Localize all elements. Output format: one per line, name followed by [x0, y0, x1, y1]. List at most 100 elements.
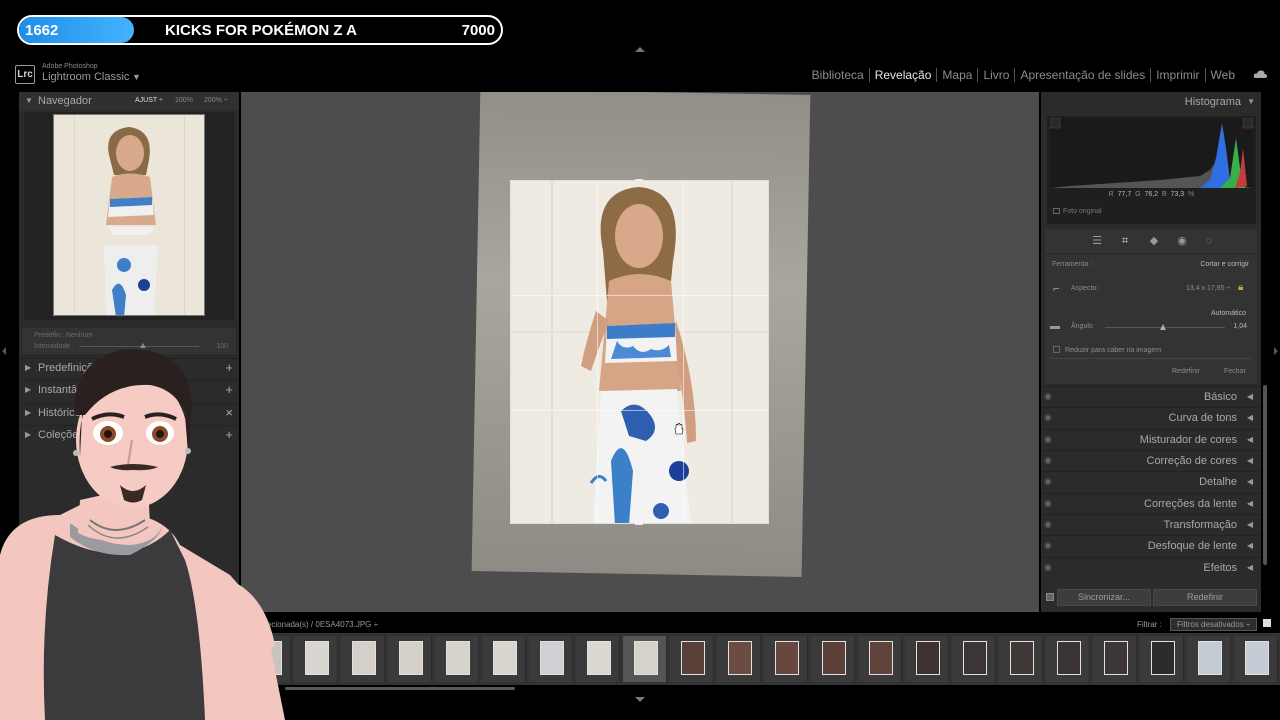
- angle-value[interactable]: 1,04: [1233, 323, 1247, 330]
- filmstrip-thumbnail[interactable]: [764, 636, 808, 682]
- eraser-icon[interactable]: ◆: [1147, 234, 1161, 248]
- filmstrip-thumbnail[interactable]: [623, 636, 667, 682]
- section-effects[interactable]: ◉ Efeitos ◀: [1041, 557, 1261, 578]
- reset-button[interactable]: Redefinir: [1153, 589, 1257, 606]
- thumbnail-image: [540, 641, 564, 675]
- eye-icon[interactable]: ◉: [1044, 562, 1054, 572]
- crop-tool-panel: Ferramenta : Cortar e corrigir ⌐ Aspecto…: [1045, 255, 1257, 384]
- section-basic[interactable]: ◉ Básico ◀: [1041, 386, 1261, 407]
- zoom-200[interactable]: 200% ÷: [204, 97, 228, 104]
- filmstrip-thumbnail[interactable]: [1140, 636, 1184, 682]
- constrain-checkbox[interactable]: [1053, 346, 1060, 353]
- crop-reset-button[interactable]: Redefinir: [1172, 368, 1200, 375]
- filmstrip-thumbnail[interactable]: [999, 636, 1043, 682]
- filmstrip-thumbnail[interactable]: [717, 636, 761, 682]
- eye-icon[interactable]: ◉: [1044, 476, 1054, 486]
- photo-canvas[interactable]: [241, 92, 1039, 612]
- section-detail[interactable]: ◉ Detalhe ◀: [1041, 471, 1261, 492]
- module-revelacao[interactable]: Revelação: [870, 68, 938, 82]
- histogram-header[interactable]: Histograma ▼: [1041, 92, 1261, 112]
- r-label: R: [1108, 191, 1114, 198]
- sync-button[interactable]: Sincronizar...: [1057, 589, 1151, 606]
- section-color-mixer[interactable]: ◉ Misturador de cores ◀: [1041, 429, 1261, 450]
- section-tone-curve[interactable]: ◉ Curva de tons ◀: [1041, 407, 1261, 428]
- filmstrip-thumbnail[interactable]: [858, 636, 902, 682]
- filmstrip-thumbnail[interactable]: [482, 636, 526, 682]
- b-label: B: [1162, 191, 1167, 198]
- module-livro[interactable]: Livro: [978, 68, 1016, 82]
- stream-count: 1662: [25, 22, 59, 39]
- red-eye-icon[interactable]: ◉: [1175, 234, 1189, 248]
- brand-dropdown-icon[interactable]: ▼: [132, 72, 141, 82]
- module-biblioteca[interactable]: Biblioteca: [807, 68, 870, 82]
- filmstrip-thumbnail[interactable]: [670, 636, 714, 682]
- eye-icon[interactable]: ◉: [1044, 412, 1054, 422]
- histogram[interactable]: R 77,7 G 76,2 B 73,3 % Foto original: [1047, 116, 1256, 224]
- thumbnail-image: [634, 641, 658, 675]
- top-panel-toggle-icon[interactable]: [635, 47, 645, 52]
- filmstrip-thumbnail[interactable]: [905, 636, 949, 682]
- filmstrip-thumbnail[interactable]: [1046, 636, 1090, 682]
- crop-rectangle[interactable]: [510, 180, 769, 524]
- auto-sync-toggle[interactable]: [1046, 593, 1054, 601]
- expand-icon: ◀: [1246, 520, 1253, 529]
- navigator-header[interactable]: ▼ Navegador AJUST ÷ 100% 200% ÷: [19, 92, 239, 110]
- eye-icon[interactable]: ◉: [1044, 498, 1054, 508]
- crop-handle-top[interactable]: [635, 179, 643, 181]
- filmstrip-thumbnail[interactable]: [1234, 636, 1278, 682]
- filmstrip-thumbnail[interactable]: [529, 636, 573, 682]
- thumbnail-image: [775, 641, 799, 675]
- right-panel: Histograma ▼ R 77,7 G 76,2 B 73,3 % Foto…: [1041, 92, 1261, 612]
- thumbnail-image: [1010, 641, 1034, 675]
- crop-tool-icon[interactable]: ⌗: [1118, 234, 1132, 248]
- bottom-panel-toggle-icon[interactable]: [635, 697, 645, 702]
- module-imprimir[interactable]: Imprimir: [1151, 68, 1206, 82]
- eye-icon[interactable]: ◉: [1044, 540, 1054, 550]
- navigator-preview[interactable]: [24, 112, 234, 320]
- cloud-sync-icon[interactable]: [1253, 69, 1268, 79]
- zoom-100[interactable]: 100%: [175, 97, 193, 104]
- crop-grid-line: [683, 181, 684, 523]
- right-panel-scrollbar[interactable]: [1263, 385, 1267, 565]
- sliders-icon[interactable]: ☰: [1090, 234, 1104, 248]
- crop-close-button[interactable]: Fechar: [1224, 368, 1246, 375]
- section-color-grading[interactable]: ◉ Correção de cores ◀: [1041, 450, 1261, 471]
- crop-handle-bottom[interactable]: [635, 523, 643, 525]
- eye-icon[interactable]: ◉: [1044, 519, 1054, 529]
- module-apresentacao[interactable]: Apresentação de slides: [1015, 68, 1152, 82]
- original-photo-label: Foto original: [1063, 208, 1102, 215]
- crop-frame-icon[interactable]: ⌐: [1053, 283, 1059, 295]
- expand-icon: ◀: [1246, 456, 1253, 465]
- filter-lock-icon[interactable]: [1263, 619, 1271, 627]
- navigator-thumbnail: [53, 114, 205, 316]
- zoom-fit[interactable]: AJUST ÷: [135, 97, 163, 104]
- filmstrip-thumbnail[interactable]: [576, 636, 620, 682]
- eye-icon[interactable]: ◉: [1044, 455, 1054, 465]
- filmstrip-thumbnail[interactable]: [1187, 636, 1231, 682]
- filmstrip-thumbnail[interactable]: [435, 636, 479, 682]
- eye-icon[interactable]: ◉: [1044, 434, 1054, 444]
- filmstrip-scrollbar[interactable]: [285, 687, 515, 690]
- module-web[interactable]: Web: [1206, 68, 1240, 82]
- angle-slider-knob[interactable]: [1160, 324, 1166, 330]
- eye-icon[interactable]: ◉: [1044, 391, 1054, 401]
- section-transform[interactable]: ◉ Transformação ◀: [1041, 514, 1261, 535]
- filmstrip-thumbnail[interactable]: [294, 636, 338, 682]
- filmstrip-thumbnail[interactable]: [952, 636, 996, 682]
- right-panel-toggle-icon[interactable]: [1274, 347, 1278, 355]
- filmstrip-thumbnail[interactable]: [388, 636, 432, 682]
- section-lens-blur[interactable]: ◉ Desfoque de lente ◀: [1041, 535, 1261, 556]
- lock-icon[interactable]: 🔒︎: [1238, 282, 1243, 293]
- level-icon[interactable]: ▬: [1050, 321, 1060, 332]
- section-lens-corrections[interactable]: ◉ Correções da lente ◀: [1041, 493, 1261, 514]
- masking-icon[interactable]: ◌: [1202, 234, 1216, 248]
- module-mapa[interactable]: Mapa: [937, 68, 979, 82]
- filmstrip-thumbnail[interactable]: [811, 636, 855, 682]
- filmstrip-thumbnail[interactable]: [1093, 636, 1137, 682]
- filmstrip-thumbnail[interactable]: [341, 636, 385, 682]
- tool-name: Cortar e corrigir: [1200, 261, 1249, 268]
- aspect-value[interactable]: 13,4 x 17,85 ÷: [1186, 285, 1230, 292]
- auto-straighten-button[interactable]: Automático: [1211, 310, 1246, 317]
- original-photo-toggle[interactable]: Foto original: [1053, 208, 1102, 215]
- filter-dropdown[interactable]: Filtros desativados ÷: [1170, 618, 1258, 631]
